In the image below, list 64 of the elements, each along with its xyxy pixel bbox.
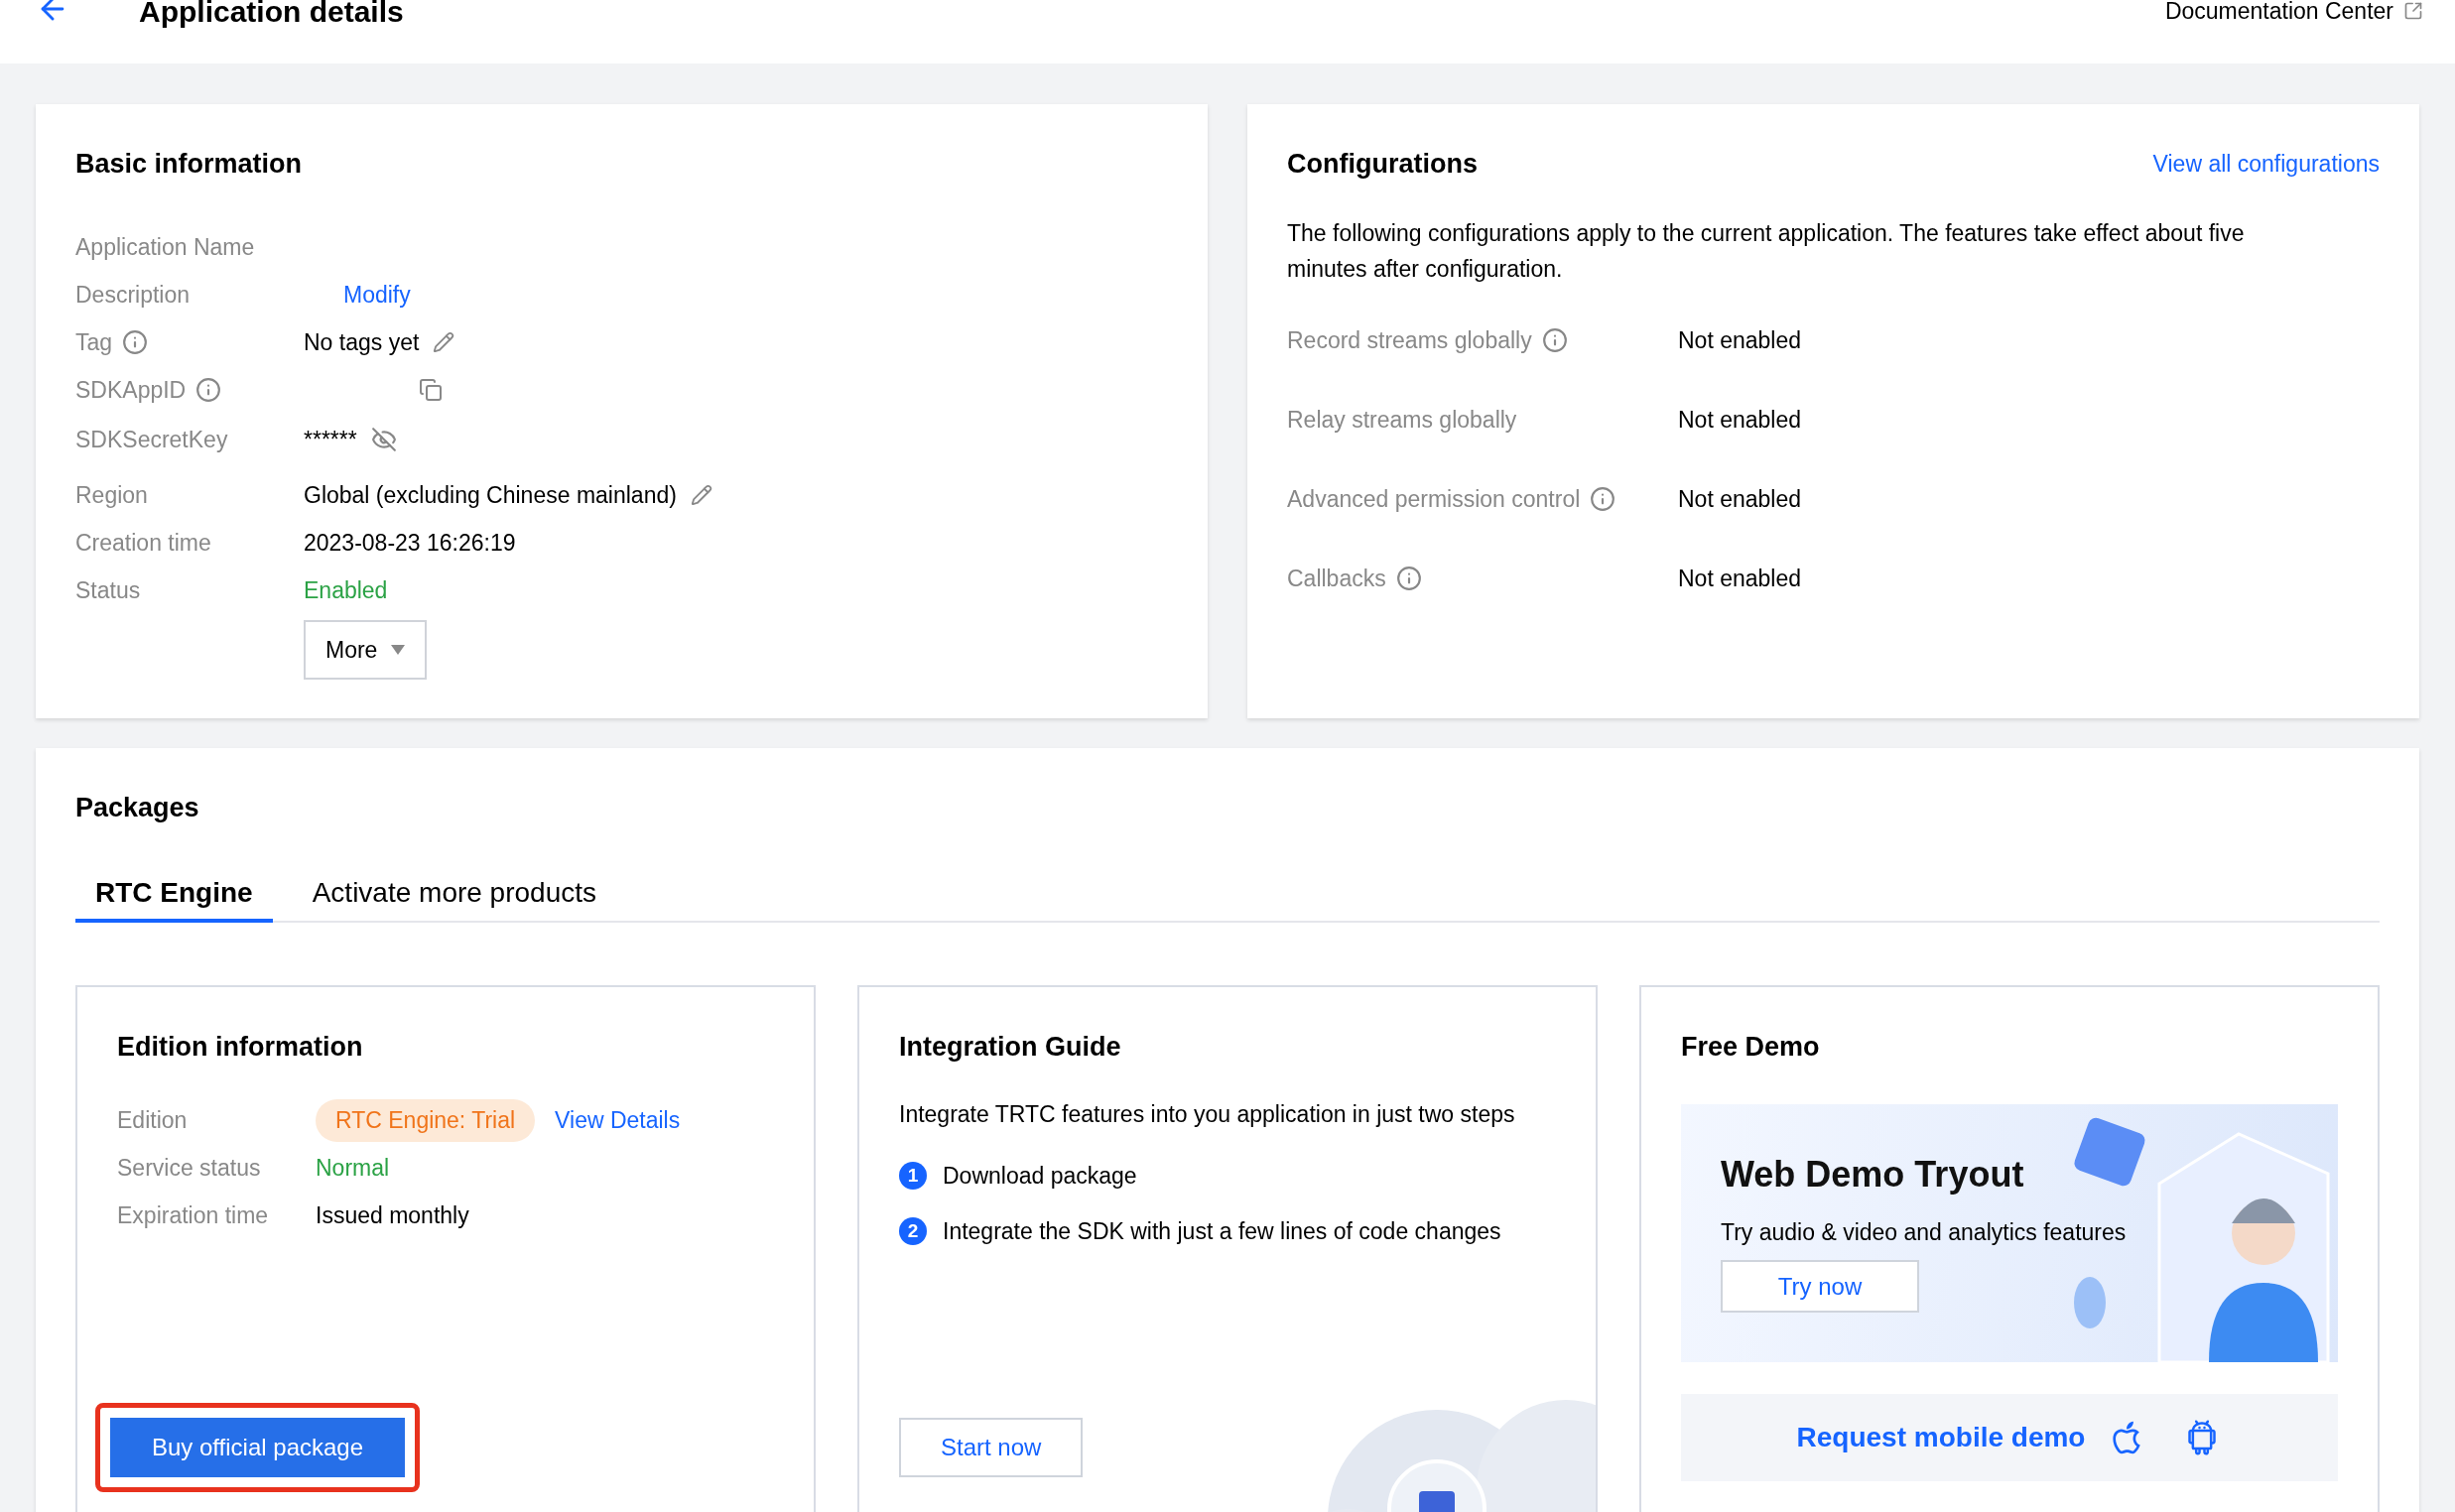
page-title: Application details [139, 0, 404, 30]
field-label: SDKSecretKey [75, 426, 228, 453]
config-label: Relay streams globally [1287, 406, 1517, 434]
banner-title: Web Demo Tryout [1721, 1154, 2025, 1196]
config-value: Not enabled [1678, 565, 1802, 592]
step-number: 2 [899, 1217, 927, 1245]
status-value: Normal [316, 1154, 390, 1182]
info-icon[interactable] [1590, 486, 1616, 512]
secret-value: ****** [304, 426, 357, 453]
modify-link[interactable]: Modify [343, 281, 411, 309]
edition-tag: RTC Engine: Trial [316, 1098, 536, 1142]
field-label: Application Name [75, 233, 255, 261]
step-text: Download package [943, 1162, 1137, 1190]
card-title: Basic information [75, 148, 304, 181]
field-label: Description [75, 281, 191, 309]
banner-text: Try audio & video and analytics features [1721, 1219, 2128, 1246]
configurations-description: The following configurations apply to the current application. The features take effect about five minutes after configuration. [1287, 219, 2246, 284]
card-title: Free Demo [1681, 1031, 1821, 1064]
field-label: Service status [117, 1154, 261, 1182]
hidden-eye-icon[interactable] [370, 427, 397, 452]
field-label: Creation time [75, 529, 211, 557]
guide-intro: Integrate TRTC features into you application in just two steps [899, 1100, 1516, 1129]
field-label: Region [75, 481, 148, 509]
field-label: Status [75, 576, 141, 604]
edit-icon[interactable] [433, 331, 455, 353]
field-label: Edition [117, 1106, 188, 1134]
info-icon[interactable] [1395, 566, 1422, 591]
tab[interactable]: RTC Engine [75, 867, 273, 923]
status-value: Enabled [304, 576, 388, 604]
config-value: Not enabled [1678, 406, 1802, 434]
step-text: Integrate the SDK with just a few lines of code changes [943, 1217, 1501, 1245]
field-value: No tags yet [304, 328, 420, 356]
start-now-button[interactable]: Start now [899, 1418, 1084, 1477]
field-label: Expiration time [117, 1201, 269, 1229]
external-link-icon [2403, 1, 2423, 21]
buy-package-button[interactable]: Buy official package [110, 1418, 406, 1477]
tab[interactable]: Activate more products [292, 867, 616, 923]
field-value: Issued monthly [316, 1201, 469, 1229]
card-title: Configurations [1287, 148, 1478, 181]
field-label: SDKAppID [75, 376, 187, 404]
config-label: Record streams globally [1287, 326, 1532, 354]
documentation-link[interactable]: Documentation Center [2164, 0, 2423, 26]
field-value: Global (excluding Chinese mainland) [304, 481, 677, 509]
caret-icon [391, 645, 406, 655]
view-details-link[interactable]: View Details [555, 1106, 681, 1134]
step-number: 1 [899, 1162, 927, 1190]
edit-icon[interactable] [690, 484, 712, 506]
field-label: Tag [75, 328, 113, 356]
info-icon[interactable] [195, 377, 222, 403]
config-label: Advanced permission control [1287, 485, 1581, 513]
config-value: Not enabled [1678, 485, 1802, 513]
copy-icon[interactable] [419, 378, 443, 402]
card-title: Edition information [117, 1031, 364, 1064]
info-icon[interactable] [1541, 327, 1568, 353]
config-value: Not enabled [1678, 326, 1802, 354]
card-title: Packages [75, 792, 200, 824]
field-value: 2023-08-23 16:26:19 [304, 529, 516, 557]
request-mobile-demo-link[interactable]: Request mobile demo [1796, 1422, 2086, 1453]
try-now-button[interactable]: Try now [1721, 1260, 1919, 1313]
info-icon[interactable] [122, 329, 149, 355]
card-title: Integration Guide [899, 1031, 1122, 1064]
view-all-configurations-link[interactable]: View all configurations [2152, 150, 2380, 178]
config-label: Callbacks [1287, 565, 1386, 592]
more-dropdown-button[interactable]: More [304, 620, 428, 680]
